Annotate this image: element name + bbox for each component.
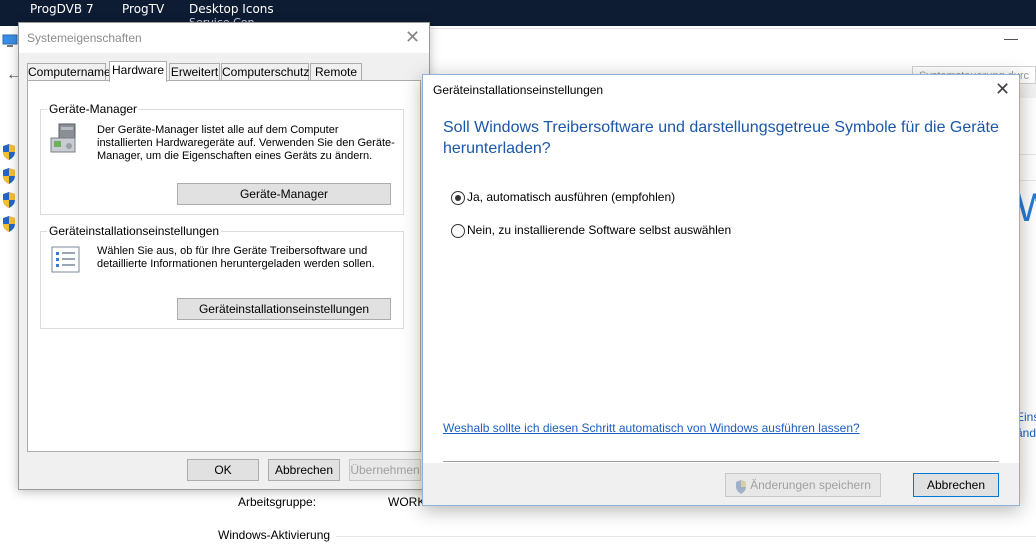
cancel-button[interactable]: Abbrechen [268,459,340,481]
radio-selected-dot [455,195,461,201]
system-properties-title: Systemeigenschaften [27,31,142,45]
dialog-title: Geräteinstallationseinstellungen [433,83,604,97]
device-manager-button[interactable]: Geräte-Manager [177,183,391,205]
taskbar-item-progtv[interactable]: ProgTV [122,2,164,16]
tab-erweitert[interactable]: Erweitert [169,63,220,81]
tab-hardware[interactable]: Hardware [109,61,167,82]
device-manager-group-label: Geräte-Manager [47,102,140,116]
tab-computerschutz[interactable]: Computerschutz [221,63,309,81]
device-install-settings-button[interactable]: Geräteinstallationseinstellungen [177,298,391,320]
checklist-icon [51,246,81,274]
dialog-question: Soll Windows Treibersoftware und darstel… [443,119,999,157]
system-properties-window: Systemeigenschaften ✕ Computername Hardw… [18,22,430,490]
close-icon[interactable]: ✕ [995,81,1010,99]
shield-icon [2,144,16,160]
shield-icon [2,168,16,184]
close-icon[interactable]: ✕ [405,29,420,47]
workgroup-label: Arbeitsgruppe: [238,495,317,509]
apply-button[interactable]: Übernehmen [349,459,421,481]
device-manager-description: Der Geräte-Manager listet alle auf dem C… [97,124,395,162]
shield-icon [735,479,747,494]
hardware-tab-panel: Geräte-Manager Der Geräte-Manager listet… [27,80,421,452]
dialog-content-area: Geräteinstallationseinstellungen ✕ Soll … [423,75,1019,463]
taskbar-item-progdvb[interactable]: ProgDVB 7 [30,2,94,16]
ok-button[interactable]: OK [187,459,259,481]
system-properties-titlebar[interactable]: Systemeigenschaften ✕ [19,23,429,53]
dialog-separator [443,461,999,462]
radio-no-label[interactable]: Nein, zu installierende Software selbst … [467,223,731,237]
tab-remote[interactable]: Remote [310,63,362,81]
activation-heading: Windows-Aktivierung [218,528,331,542]
tab-computername[interactable]: Computername [27,63,111,81]
help-link[interactable]: Weshalb sollte ich diesen Schritt automa… [443,421,860,435]
dialog-cancel-button[interactable]: Abbrechen [913,473,999,497]
device-install-settings-dialog: Geräteinstallationseinstellungen ✕ Soll … [422,74,1020,506]
radio-yes-label[interactable]: Ja, automatisch ausführen (empfohlen) [467,190,675,204]
taskbar-item-desktop-icons[interactable]: Desktop Icons [189,2,274,16]
save-changes-button[interactable]: Änderungen speichern [725,473,881,497]
device-install-description: Wählen Sie aus, ob für Ihre Geräte Treib… [97,245,375,270]
device-install-group-label: Geräteinstallationseinstellungen [47,224,222,238]
device-manager-group: Geräte-Manager Der Geräte-Manager listet… [40,102,404,215]
device-install-group: Geräteinstallationseinstellungen Wählen … [40,224,404,329]
save-changes-label: Änderungen speichern [750,478,871,492]
minimize-icon[interactable]: — [1004,30,1018,46]
shield-icon [2,216,16,232]
device-manager-icon [49,122,81,154]
radio-yes[interactable] [451,191,465,205]
shield-icon [2,192,16,208]
radio-no[interactable] [451,224,465,238]
